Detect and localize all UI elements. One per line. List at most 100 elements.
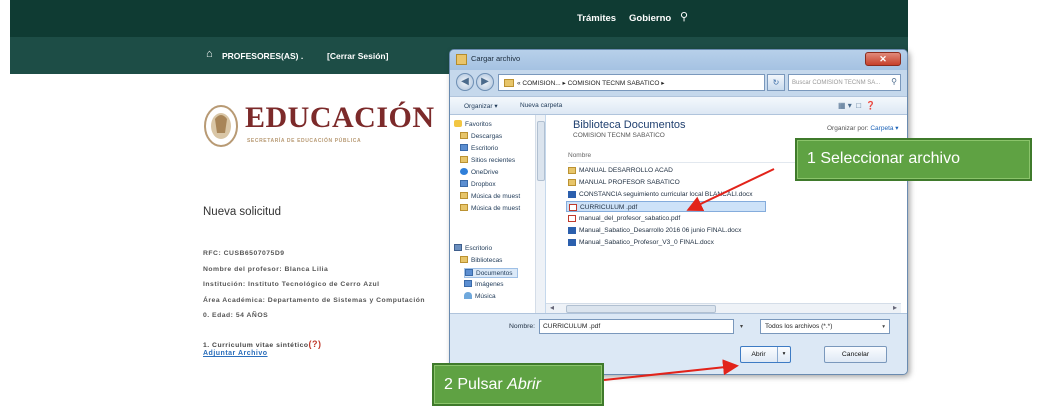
nav-label: Descargas	[471, 133, 503, 140]
arrange-by[interactable]: Organizar por: Carpeta ▾	[827, 124, 899, 132]
dropbox-icon	[460, 180, 468, 187]
pdf-icon	[568, 215, 576, 222]
library-subtitle: COMISION TECNM SABATICO	[573, 132, 665, 139]
cancel-button[interactable]: Cancelar	[824, 346, 887, 363]
page-heading: Nueva solicitud	[203, 206, 281, 218]
chevron-down-icon[interactable]: ▾	[740, 323, 743, 330]
nav-bibliotecas[interactable]: Bibliotecas	[460, 256, 502, 264]
close-button[interactable]: ✕	[865, 52, 901, 66]
logo-subtitle: SECRETARÍA DE EDUCACIÓN PÚBLICA	[247, 138, 362, 144]
app-icon	[456, 54, 467, 65]
nav-escritorio-tree[interactable]: Escritorio	[454, 244, 492, 252]
search-icon: ⚲	[891, 77, 897, 86]
arrange-by-label: Organizar por:	[827, 125, 869, 132]
word-document-icon	[568, 239, 576, 246]
view-options-icon[interactable]: ▦ ▾ □ ❓	[838, 101, 875, 110]
scroll-thumb[interactable]	[566, 305, 716, 313]
folder-icon	[460, 192, 468, 199]
folder-icon	[568, 167, 576, 174]
new-folder-button[interactable]: Nueva carpeta	[520, 102, 562, 109]
home-icon[interactable]: ⌂	[206, 48, 213, 60]
file-row-selected[interactable]: CURRICULUM .pdf	[566, 201, 766, 212]
file-name: MANUAL PROFESOR SABATICO	[579, 179, 680, 186]
nav-dropbox[interactable]: Dropbox	[460, 180, 496, 188]
column-header-nombre[interactable]: Nombre	[568, 152, 591, 159]
info-area: Área Académica: Departamento de Sistemas…	[203, 297, 426, 304]
help-icon[interactable]: (?)	[309, 339, 322, 349]
nav-cerrar-sesion[interactable]: [Cerrar Sesión]	[327, 51, 455, 61]
back-icon[interactable]: ◀	[456, 73, 474, 91]
filename-input[interactable]: CURRICULUM .pdf	[539, 319, 734, 334]
nav-onedrive[interactable]: OneDrive	[460, 168, 498, 176]
nav-label: Documentos	[476, 270, 513, 277]
nav-favoritos[interactable]: Favoritos	[454, 120, 492, 128]
open-button[interactable]: Abrir ▾	[740, 346, 791, 363]
file-row[interactable]: manual_del_profesor_sabatico.pdf	[566, 213, 806, 224]
scroll-left-icon[interactable]: ◂	[550, 303, 554, 312]
word-document-icon	[568, 191, 576, 198]
filetype-value: Todos los archivos (*.*)	[765, 323, 833, 330]
organizar-button[interactable]: Organizar ▾	[464, 102, 498, 110]
cloud-icon	[460, 168, 468, 175]
link-gobierno[interactable]: Gobierno	[629, 13, 671, 24]
nav-musica-muestra-2[interactable]: Música de muest	[460, 204, 520, 212]
nav-sitios-recientes[interactable]: Sitios recientes	[460, 156, 515, 164]
forward-icon[interactable]: ▶	[476, 73, 494, 91]
library-title: Biblioteca Documentos	[573, 119, 686, 131]
info-institucion: Institución: Instituto Tecnológico de Ce…	[203, 281, 380, 288]
filetype-select[interactable]: Todos los archivos (*.*) ▾	[760, 319, 890, 334]
open-button-label: Abrir	[751, 351, 766, 358]
file-row[interactable]: CONSTANCIA seguimiento curricular local …	[566, 189, 806, 200]
attach-file-link[interactable]: Adjuntar Archivo	[203, 350, 268, 357]
file-name: CURRICULUM .pdf	[580, 204, 638, 211]
chevron-down-icon[interactable]: ▾	[777, 347, 790, 362]
gov-top-bar: Trámites Gobierno ⚲	[10, 0, 908, 37]
nav-label: Escritorio	[471, 145, 499, 152]
file-row[interactable]: MANUAL PROFESOR SABATICO	[566, 177, 806, 188]
nav-label: Bibliotecas	[471, 257, 503, 264]
file-row[interactable]: MANUAL DESARROLLO ACAD	[566, 165, 806, 176]
nav-musica-muestra-1[interactable]: Música de muest	[460, 192, 520, 200]
file-row[interactable]: Manual_Sabatico_Profesor_V3_0 FINAL.docx	[566, 237, 806, 248]
address-bar[interactable]: « COMISION... ▸ COMISION TECNM SABATICO …	[498, 74, 765, 91]
nav-documentos[interactable]: Documentos	[464, 268, 518, 278]
address-row: ◀ ▶ « COMISION... ▸ COMISION TECNM SABAT…	[450, 70, 907, 96]
info-rfc: RFC: CUSB6507075D9	[203, 250, 285, 257]
nav-label: Sitios recientes	[471, 157, 516, 164]
link-tramites[interactable]: Trámites	[577, 13, 616, 24]
star-icon	[454, 120, 462, 127]
pictures-icon	[464, 280, 472, 287]
music-icon	[464, 292, 472, 299]
folder-icon	[460, 156, 468, 163]
scroll-right-icon[interactable]: ▸	[893, 303, 897, 312]
scroll-thumb[interactable]	[537, 121, 545, 181]
nav-label: Música de muest	[471, 193, 521, 200]
cv-label-text: 1. Curriculum vitae sintético	[203, 342, 309, 349]
info-nombre: Nombre del profesor: Blanca Lilia	[203, 266, 329, 273]
dialog-title: Cargar archivo	[471, 54, 521, 63]
dialog-title-bar[interactable]: Cargar archivo ✕	[450, 50, 907, 70]
nav-scrollbar[interactable]	[535, 115, 545, 321]
nav-label: Dropbox	[471, 181, 496, 188]
horizontal-scrollbar[interactable]: ◂ ▸	[546, 303, 901, 313]
nav-imagenes[interactable]: Imágenes	[464, 280, 504, 288]
folder-icon	[568, 179, 576, 186]
address-path: « COMISION... ▸ COMISION TECNM SABATICO …	[517, 80, 665, 87]
nav-label: Música	[475, 293, 496, 300]
nav-musica[interactable]: Música	[464, 292, 496, 300]
chevron-down-icon: ▾	[882, 324, 885, 330]
search-placeholder: Buscar COMISION TECNM SA...	[792, 80, 881, 86]
search-icon[interactable]: ⚲	[680, 10, 688, 23]
nav-escritorio[interactable]: Escritorio	[460, 144, 498, 152]
refresh-icon[interactable]: ↻	[767, 74, 785, 91]
desktop-icon	[454, 244, 462, 251]
documents-icon	[465, 269, 473, 276]
search-input[interactable]: Buscar COMISION TECNM SA... ⚲	[788, 74, 901, 91]
pdf-icon	[569, 204, 577, 211]
nav-descargas[interactable]: Descargas	[460, 132, 502, 140]
arrange-by-value[interactable]: Carpeta ▾	[870, 125, 898, 132]
file-name: CONSTANCIA seguimiento curricular local …	[579, 191, 753, 198]
word-document-icon	[568, 227, 576, 234]
file-row[interactable]: Manual_Sabatico_Desarrollo 2016 06 junio…	[566, 225, 806, 236]
nav-profesores[interactable]: PROFESORES(AS) .	[222, 51, 303, 61]
